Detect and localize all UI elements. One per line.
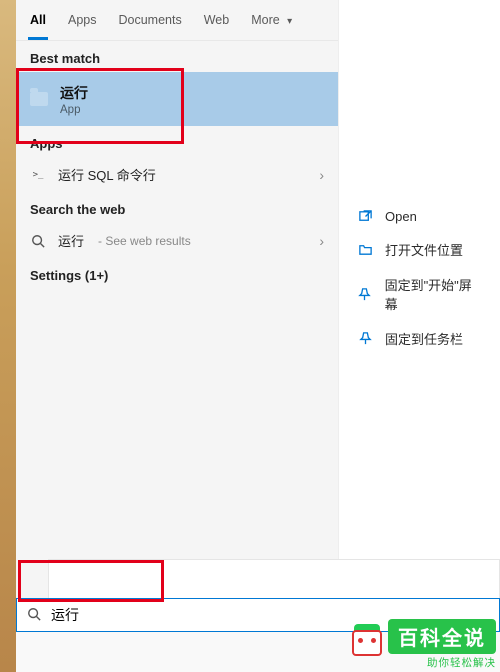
- chevron-right-icon: ›: [319, 233, 324, 249]
- results-pane: All Apps Documents Web More ▾ Best match…: [16, 0, 338, 600]
- action-pin-start[interactable]: 固定到"开始"屏幕: [339, 267, 500, 321]
- filter-tabs: All Apps Documents Web More ▾: [16, 0, 338, 41]
- chevron-down-icon: ▾: [287, 16, 292, 27]
- web-result-suffix: - See web results: [98, 234, 191, 248]
- desktop-background-strip: [0, 0, 16, 672]
- console-icon: [30, 167, 46, 183]
- web-result-term: 运行: [58, 231, 84, 250]
- tab-all[interactable]: All: [20, 0, 56, 40]
- section-search-web: Search the web: [16, 192, 338, 223]
- best-match-result[interactable]: 运行 App: [16, 72, 338, 126]
- search-flyout: All Apps Documents Web More ▾ Best match…: [16, 0, 500, 600]
- watermark-mascot-icon: [350, 628, 384, 662]
- app-result-sql[interactable]: 运行 SQL 命令行 ›: [16, 157, 338, 192]
- folder-location-icon: [357, 242, 373, 258]
- section-best-match: Best match: [16, 41, 338, 72]
- tab-apps[interactable]: Apps: [58, 0, 107, 40]
- section-settings[interactable]: Settings (1+): [16, 258, 338, 289]
- watermark: 百科全说 助你轻松解决: [350, 619, 496, 670]
- watermark-subtitle: 助你轻松解决: [427, 655, 496, 670]
- pin-start-icon: [357, 286, 373, 302]
- action-pin-taskbar-label: 固定到任务栏: [385, 329, 463, 348]
- chevron-right-icon: ›: [319, 167, 324, 183]
- open-icon: [357, 208, 373, 224]
- pin-taskbar-icon: [357, 331, 373, 347]
- folder-icon: [30, 92, 48, 106]
- search-icon: [27, 607, 41, 624]
- action-open[interactable]: Open: [339, 200, 500, 232]
- best-match-title: 运行: [60, 83, 88, 103]
- action-pin-taskbar[interactable]: 固定到任务栏: [339, 321, 500, 356]
- tab-documents[interactable]: Documents: [108, 0, 191, 40]
- best-match-text: 运行 App: [60, 83, 88, 116]
- web-result[interactable]: 运行 - See web results ›: [16, 223, 338, 258]
- section-apps: Apps: [16, 126, 338, 157]
- watermark-title: 百科全说: [388, 619, 496, 654]
- action-open-label: Open: [385, 209, 417, 224]
- action-pin-start-label: 固定到"开始"屏幕: [385, 275, 482, 313]
- action-open-location-label: 打开文件位置: [385, 240, 463, 259]
- action-open-location[interactable]: 打开文件位置: [339, 232, 500, 267]
- tab-web[interactable]: Web: [194, 0, 239, 40]
- details-pane: Open 打开文件位置 固定到"开始"屏幕 固定到任务栏: [338, 0, 500, 600]
- tab-more-label: More: [251, 13, 279, 27]
- tab-more[interactable]: More ▾: [241, 0, 302, 40]
- best-match-subtitle: App: [60, 104, 88, 116]
- app-result-label: 运行 SQL 命令行: [58, 165, 156, 184]
- search-icon: [30, 233, 46, 249]
